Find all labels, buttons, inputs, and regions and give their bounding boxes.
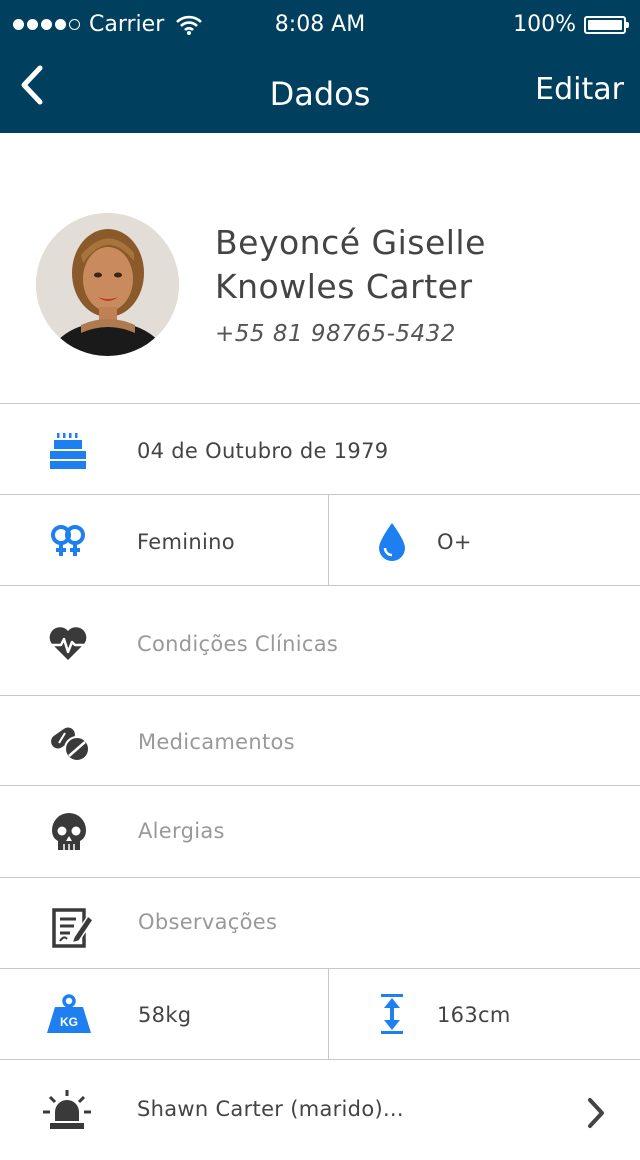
notes-row[interactable]: Observações bbox=[0, 878, 640, 969]
name-line-2: Knowles Carter bbox=[215, 267, 473, 306]
blood-type-text: O+ bbox=[437, 530, 472, 554]
battery-status: 100% bbox=[513, 12, 629, 37]
edit-button[interactable]: Editar bbox=[535, 72, 624, 107]
contact-name: Beyoncé Giselle Knowles Carter bbox=[215, 221, 486, 309]
birthday-row: 04 de Outubro de 1979 bbox=[0, 404, 640, 495]
weight-height-row: KG 58kg 163cm bbox=[0, 969, 640, 1060]
phone-number[interactable]: +55 81 98765-5432 bbox=[215, 321, 456, 347]
birthday-cake-icon bbox=[50, 433, 86, 469]
name-line-1: Beyoncé Giselle bbox=[215, 223, 486, 262]
profile-section: Beyoncé Giselle Knowles Carter +55 81 98… bbox=[0, 133, 640, 404]
medications-row[interactable]: Medicamentos bbox=[0, 696, 640, 786]
chevron-right-icon[interactable] bbox=[586, 1097, 606, 1129]
gender-icon bbox=[51, 525, 85, 556]
allergies-row[interactable]: Alergias bbox=[0, 786, 640, 878]
heartbeat-icon bbox=[49, 627, 87, 660]
weight-text: 58kg bbox=[138, 1003, 192, 1027]
medications-label: Medicamentos bbox=[138, 730, 295, 754]
gender-blood-row: Feminino O+ bbox=[0, 495, 640, 586]
allergies-label: Alergias bbox=[138, 819, 225, 843]
divider bbox=[328, 495, 329, 585]
gender-text: Feminino bbox=[137, 530, 235, 554]
battery-percent: 100% bbox=[513, 12, 576, 37]
avatar bbox=[36, 213, 179, 356]
clinical-conditions-label: Condições Clínicas bbox=[137, 632, 339, 656]
status-bar: Carrier 8:08 AM 100% bbox=[0, 0, 640, 50]
divider bbox=[328, 969, 329, 1059]
battery-icon bbox=[584, 15, 629, 34]
weight-icon: KG bbox=[47, 994, 91, 1033]
height-text: 163cm bbox=[437, 1003, 511, 1027]
skull-icon bbox=[52, 813, 86, 850]
clinical-conditions-row[interactable]: Condições Clínicas bbox=[0, 586, 640, 696]
pills-icon bbox=[51, 727, 90, 762]
notes-icon bbox=[52, 908, 95, 948]
birthday-text: 04 de Outubro de 1979 bbox=[137, 439, 389, 463]
height-icon bbox=[381, 994, 403, 1034]
emergency-contact-text: Shawn Carter (marido)... bbox=[137, 1097, 404, 1121]
siren-icon bbox=[43, 1090, 91, 1129]
avatar-photo bbox=[36, 213, 179, 356]
weight-badge-label: KG bbox=[60, 1015, 78, 1029]
emergency-contact-row[interactable]: Shawn Carter (marido)... bbox=[0, 1060, 640, 1160]
header: Carrier 8:08 AM 100% Dados Editar bbox=[0, 0, 640, 133]
blood-drop-icon bbox=[379, 523, 405, 561]
notes-label: Observações bbox=[138, 910, 278, 934]
